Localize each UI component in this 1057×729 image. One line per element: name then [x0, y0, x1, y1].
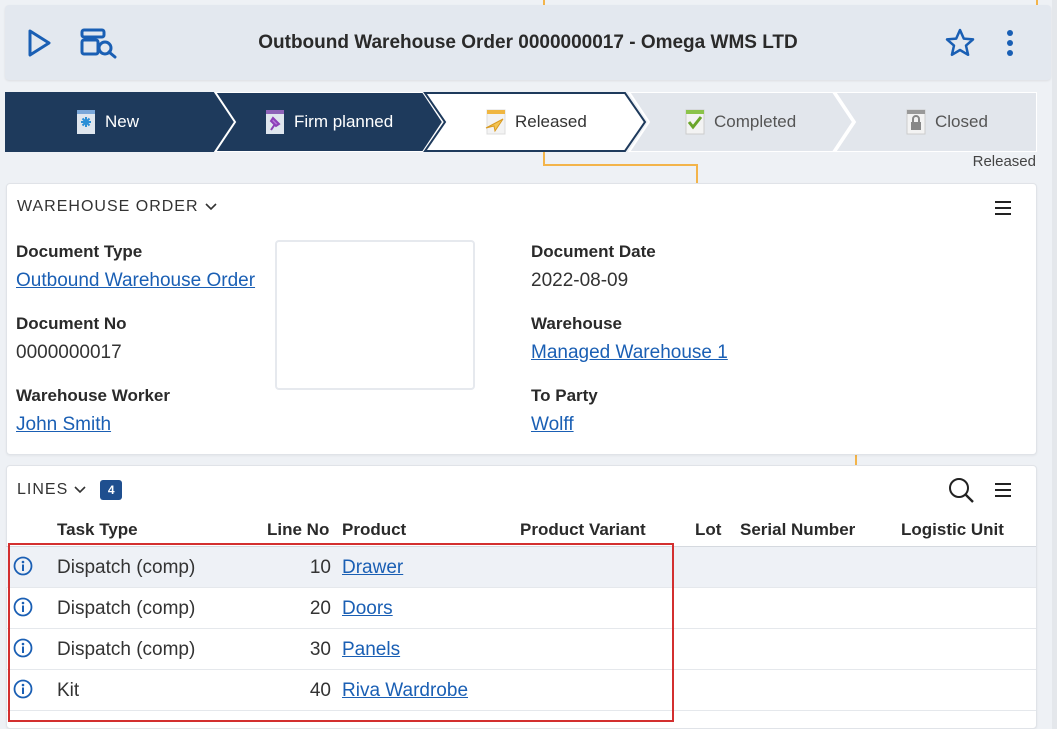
status-progress-bar: New Firm planned Released Completed Clos… — [5, 92, 1037, 152]
task-type-cell: Kit — [57, 679, 80, 701]
info-icon[interactable] — [13, 679, 33, 699]
column-header-logistic-unit[interactable]: Logistic Unit — [901, 520, 1004, 540]
column-header-line-no[interactable]: Line No — [267, 520, 329, 540]
product-link[interactable]: Doors — [342, 588, 393, 629]
warehouse-worker-label: Warehouse Worker — [16, 386, 170, 405]
search-document-icon — [80, 28, 117, 59]
info-icon[interactable] — [13, 597, 33, 617]
task-type-cell: Dispatch (comp) — [57, 556, 196, 578]
status-step-label: Firm planned — [294, 112, 394, 131]
pin-document-icon — [266, 110, 284, 134]
lines-section-toggle[interactable]: LINES 4 — [17, 480, 123, 500]
section-title: WAREHOUSE ORDER — [17, 198, 199, 215]
product-link[interactable]: Drawer — [342, 547, 403, 588]
star-icon — [945, 28, 975, 57]
document-date-label: Document Date — [531, 242, 656, 261]
document-no-label: Document No — [16, 314, 127, 333]
new-document-icon — [77, 110, 95, 134]
column-header-task-type[interactable]: Task Type — [57, 520, 138, 540]
document-date-value: 2022-08-09 — [531, 270, 629, 291]
check-document-icon — [685, 109, 705, 135]
line-no-cell: 10 — [309, 556, 331, 578]
to-party-label: To Party — [531, 386, 598, 405]
background-shape — [275, 240, 475, 390]
document-type-link[interactable]: Outbound Warehouse Order — [16, 270, 255, 292]
status-step-label: Closed — [935, 112, 988, 131]
warehouse-worker-link[interactable]: John Smith — [16, 414, 111, 436]
document-type-label: Document Type — [16, 242, 143, 261]
send-document-icon — [485, 109, 506, 135]
line-no-cell: 30 — [309, 638, 331, 660]
product-link[interactable]: Panels — [342, 629, 400, 670]
table-row[interactable]: Dispatch (comp) 10 Drawer — [6, 547, 1036, 588]
line-no-cell: 40 — [309, 679, 331, 701]
info-icon[interactable] — [13, 638, 33, 658]
background-line — [543, 164, 698, 166]
status-step-label: Released — [515, 112, 587, 131]
column-header-product-variant[interactable]: Product Variant — [520, 520, 646, 540]
column-header-product[interactable]: Product — [342, 520, 406, 540]
page-header: Outbound Warehouse Order 0000000017 - Om… — [5, 5, 1051, 80]
menu-icon[interactable] — [991, 478, 1015, 502]
current-status-text: Released — [972, 153, 1036, 170]
column-header-lot[interactable]: Lot — [695, 520, 721, 540]
to-party-link[interactable]: Wolff — [531, 414, 574, 436]
menu-icon[interactable] — [991, 196, 1015, 220]
search-document-button[interactable] — [79, 23, 119, 63]
table-row[interactable]: Kit 40 Riva Wardrobe — [6, 670, 1036, 711]
play-icon — [28, 29, 51, 57]
status-step-completed[interactable]: Completed — [682, 92, 796, 152]
chevron-down-icon — [74, 486, 86, 494]
section-title: LINES — [17, 481, 69, 498]
status-step-label: New — [105, 112, 140, 131]
line-no-cell: 20 — [309, 597, 331, 619]
product-link[interactable]: Riva Wardrobe — [342, 670, 468, 711]
warehouse-label: Warehouse — [531, 314, 623, 333]
lock-document-icon — [906, 109, 926, 135]
info-icon[interactable] — [13, 556, 33, 576]
document-no-value: 0000000017 — [16, 342, 122, 363]
chevron-down-icon — [204, 203, 217, 211]
lines-count-badge: 4 — [100, 480, 123, 500]
column-header-serial-number[interactable]: Serial Number — [740, 520, 855, 540]
page-title: Outbound Warehouse Order 0000000017 - Om… — [258, 31, 798, 53]
status-step-firm-planned[interactable]: Firm planned — [262, 92, 393, 152]
task-type-cell: Dispatch (comp) — [57, 597, 196, 619]
status-step-new[interactable]: New — [73, 92, 139, 152]
search-icon[interactable] — [947, 476, 975, 504]
warehouse-order-section-toggle[interactable]: WAREHOUSE ORDER — [17, 198, 217, 216]
play-button[interactable] — [19, 23, 59, 63]
more-vertical-icon — [1007, 30, 1013, 56]
warehouse-order-card: WAREHOUSE ORDER Document Type Outbound W… — [6, 183, 1037, 455]
status-step-label: Completed — [714, 112, 797, 131]
warehouse-link[interactable]: Managed Warehouse 1 — [531, 342, 728, 364]
status-step-closed[interactable]: Closed — [903, 92, 988, 152]
status-step-released[interactable]: Released — [483, 92, 587, 152]
favorite-button[interactable] — [940, 23, 980, 63]
table-row[interactable]: Dispatch (comp) 20 Doors — [6, 588, 1036, 629]
task-type-cell: Dispatch (comp) — [57, 638, 196, 660]
scrollbar[interactable] — [1052, 0, 1057, 729]
more-options-button[interactable] — [990, 23, 1030, 63]
table-row[interactable]: Dispatch (comp) 30 Panels — [6, 629, 1036, 670]
